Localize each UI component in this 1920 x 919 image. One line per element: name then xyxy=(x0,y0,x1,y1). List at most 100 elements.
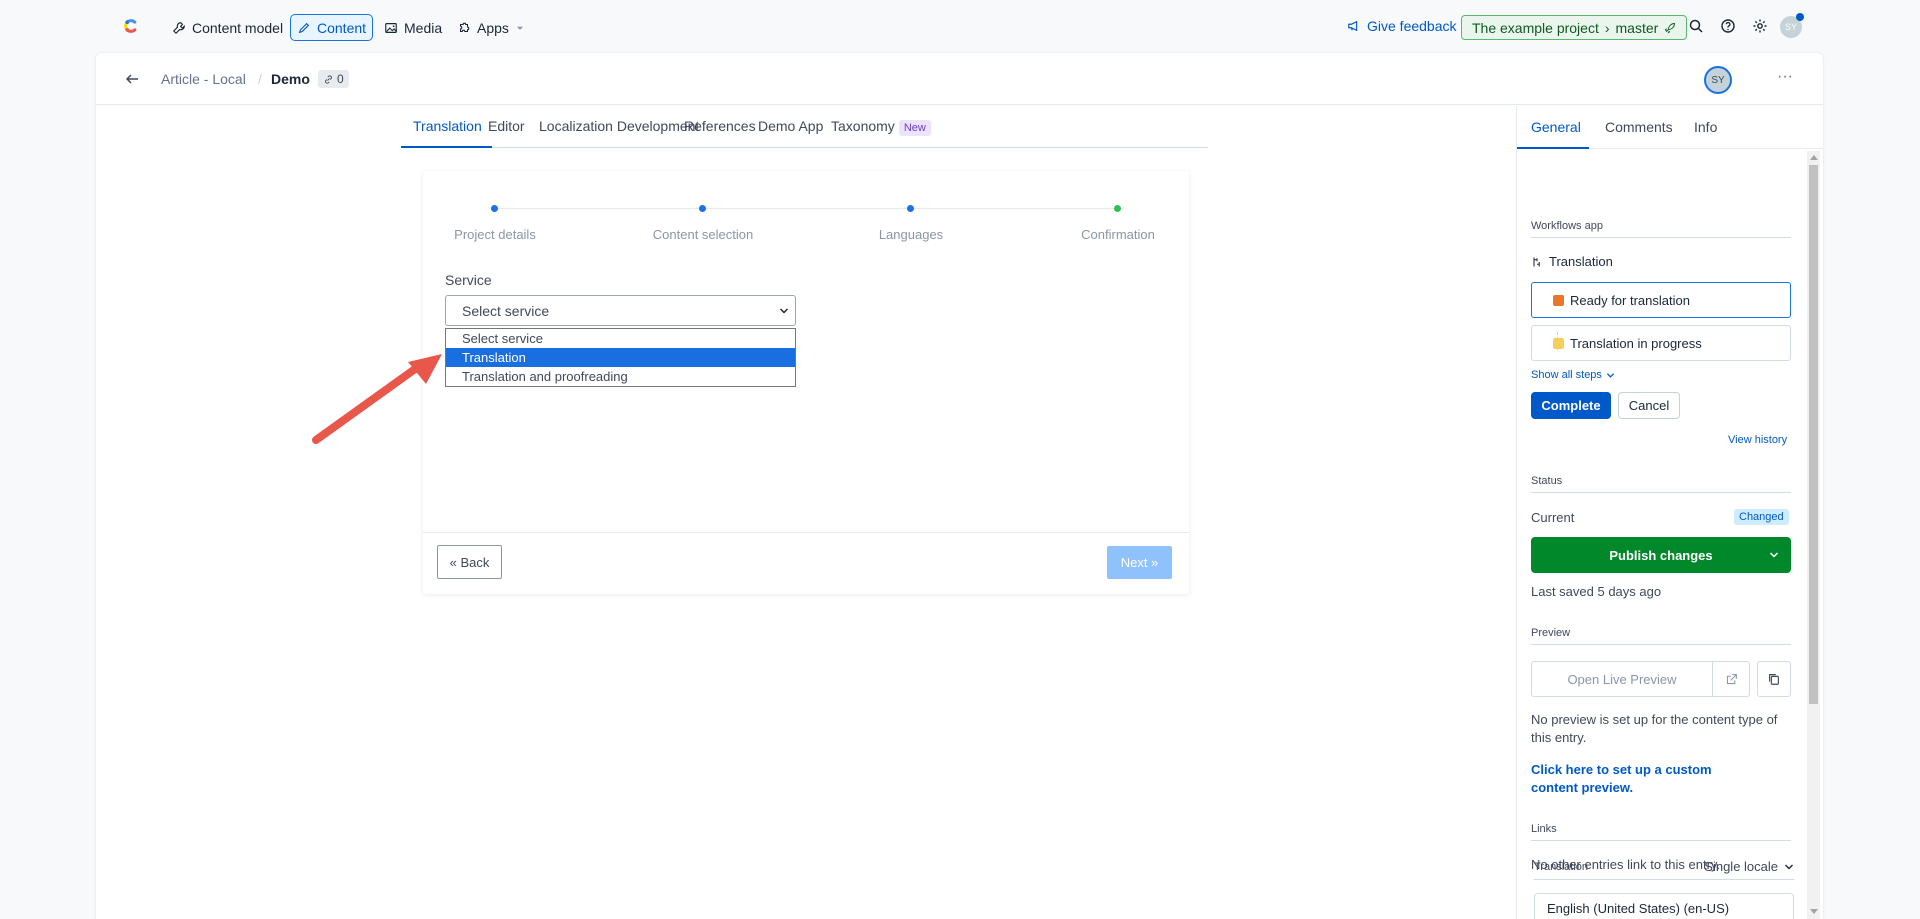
cancel-button[interactable]: Cancel xyxy=(1618,392,1680,419)
nav-content-model[interactable]: Content model xyxy=(166,14,289,41)
step-label: Languages xyxy=(878,227,944,242)
sidebar-tab-general[interactable]: General xyxy=(1531,119,1581,135)
sidebar-tab-info[interactable]: Info xyxy=(1694,119,1717,135)
notification-dot xyxy=(1796,13,1804,21)
step-label: Confirmation xyxy=(1081,227,1155,242)
workflows-heading: Workflows app xyxy=(1531,220,1791,238)
help-icon[interactable] xyxy=(1720,18,1736,34)
step-dot xyxy=(699,205,706,212)
step-label: Ready for translation xyxy=(1570,292,1690,308)
tab-taxonomy[interactable]: Taxonomy New xyxy=(831,118,931,136)
arrow-left-icon[interactable] xyxy=(124,71,140,87)
sidebar-tabs: General Comments Info xyxy=(1517,106,1823,149)
service-dropdown-list: Select service Translation Translation a… xyxy=(445,328,796,387)
locale-mode-value: Single locale xyxy=(1704,859,1778,874)
preview-note: No preview is set up for the content typ… xyxy=(1531,712,1778,745)
step-label: Content selection xyxy=(652,227,754,242)
locale-mode-select[interactable]: Single locale xyxy=(1704,859,1794,874)
feedback-label: Give feedback xyxy=(1367,18,1457,34)
project-name: The example project xyxy=(1472,19,1599,36)
rocket-icon xyxy=(1665,22,1676,34)
tab-editor[interactable]: Editor xyxy=(488,118,525,134)
option-translation-and-proofreading[interactable]: Translation and proofreading xyxy=(446,367,795,386)
search-icon[interactable] xyxy=(1688,18,1704,34)
entry-header: Article - Local / Demo 0 SY ··· xyxy=(96,53,1823,105)
step-label: Project details xyxy=(454,227,536,242)
gear-icon[interactable] xyxy=(1752,18,1768,34)
annotation-arrow-icon xyxy=(312,354,442,444)
select-value: Select service xyxy=(462,303,550,319)
chevron-down-icon[interactable] xyxy=(1769,550,1779,560)
service-label: Service xyxy=(445,272,492,288)
new-badge: New xyxy=(898,120,931,136)
chevron-down-icon xyxy=(1785,864,1793,869)
complete-button[interactable]: Complete xyxy=(1531,392,1611,419)
next-button[interactable]: Next » xyxy=(1107,546,1172,579)
top-navigation: Content model Content Media Apps Give fe… xyxy=(0,0,1920,53)
nav-media[interactable]: Media xyxy=(378,14,448,41)
option-translation[interactable]: Translation xyxy=(446,348,795,367)
wizard-footer-divider xyxy=(423,532,1189,533)
scroll-up-icon[interactable] xyxy=(1810,155,1818,160)
status-badge: Changed xyxy=(1734,509,1789,525)
external-link-button[interactable] xyxy=(1712,661,1750,697)
locale-select[interactable]: English (United States) (en-US) xyxy=(1534,893,1794,919)
entry-editor: Article - Local / Demo 0 SY ··· Translat… xyxy=(96,53,1823,919)
nav-apps[interactable]: Apps xyxy=(451,14,531,41)
back-button[interactable]: « Back xyxy=(437,545,502,579)
active-tab-indicator xyxy=(1517,147,1589,149)
scroll-down-icon[interactable] xyxy=(1810,909,1818,914)
references-badge[interactable]: 0 xyxy=(318,70,349,88)
sidebar-tab-comments[interactable]: Comments xyxy=(1605,119,1673,135)
contentful-logo-icon[interactable] xyxy=(119,14,143,38)
nav-content[interactable]: Content xyxy=(290,14,374,41)
setup-preview-link[interactable]: Click here to set up a custom content pr… xyxy=(1531,761,1761,797)
chevron-down-icon xyxy=(516,26,524,30)
tab-localization-development[interactable]: Localization Development xyxy=(539,118,699,134)
more-options-icon[interactable]: ··· xyxy=(1777,68,1793,86)
active-tab-indicator xyxy=(401,146,492,148)
reference-count: 0 xyxy=(337,72,344,86)
nav-label: Media xyxy=(404,19,443,36)
scrollbar-thumb[interactable] xyxy=(1809,165,1818,704)
breadcrumb-separator: / xyxy=(258,71,262,87)
environment-switcher[interactable]: The example project › master xyxy=(1461,15,1688,40)
tab-references[interactable]: References xyxy=(684,118,756,134)
copy-button[interactable] xyxy=(1757,661,1791,697)
locale-value: English (United States) (en-US) xyxy=(1547,901,1730,916)
workflow-title: Translation xyxy=(1531,254,1613,269)
status-heading: Status xyxy=(1531,475,1791,493)
workflow-step-in-progress[interactable]: Translation in progress xyxy=(1531,325,1791,361)
collaborator-avatar[interactable]: SY xyxy=(1704,66,1732,94)
show-all-steps-link[interactable]: Show all steps xyxy=(1531,369,1615,381)
current-label: Current xyxy=(1531,510,1575,525)
workflow-step-ready[interactable]: Ready for translation xyxy=(1531,282,1791,318)
step-label: Translation in progress xyxy=(1570,335,1702,351)
entry-sidebar: General Comments Info Workflows app Tran… xyxy=(1516,106,1823,919)
open-live-preview-button[interactable]: Open Live Preview xyxy=(1531,661,1713,697)
stepper-line xyxy=(495,208,1117,209)
nav-label: Apps xyxy=(477,19,509,36)
publish-button[interactable]: Publish changes xyxy=(1531,537,1791,573)
pen-icon xyxy=(298,22,310,33)
puzzle-icon xyxy=(459,22,470,32)
link-icon xyxy=(325,74,332,84)
breadcrumb-content-type[interactable]: Article - Local xyxy=(161,71,246,87)
option-select-service[interactable]: Select service xyxy=(446,329,795,348)
step-dot-current xyxy=(1114,205,1121,212)
image-icon xyxy=(385,22,397,33)
preview-actions: Open Live Preview xyxy=(1531,661,1791,697)
tab-demo-app[interactable]: Demo App xyxy=(758,118,823,134)
step-dot xyxy=(491,205,498,212)
workflow-icon xyxy=(1533,257,1540,266)
view-history-link[interactable]: View history xyxy=(1728,434,1787,446)
publish-label: Publish changes xyxy=(1609,547,1713,563)
breadcrumb-entry-title: Demo xyxy=(271,71,310,87)
links-heading: Links xyxy=(1531,823,1791,841)
wrench-icon xyxy=(172,21,185,34)
tab-translation[interactable]: Translation xyxy=(413,118,482,134)
sidebar-scrollbar[interactable] xyxy=(1807,151,1820,919)
service-select[interactable]: Select service xyxy=(445,295,796,326)
copy-icon xyxy=(1769,674,1779,685)
give-feedback-link[interactable]: Give feedback xyxy=(1347,18,1457,34)
